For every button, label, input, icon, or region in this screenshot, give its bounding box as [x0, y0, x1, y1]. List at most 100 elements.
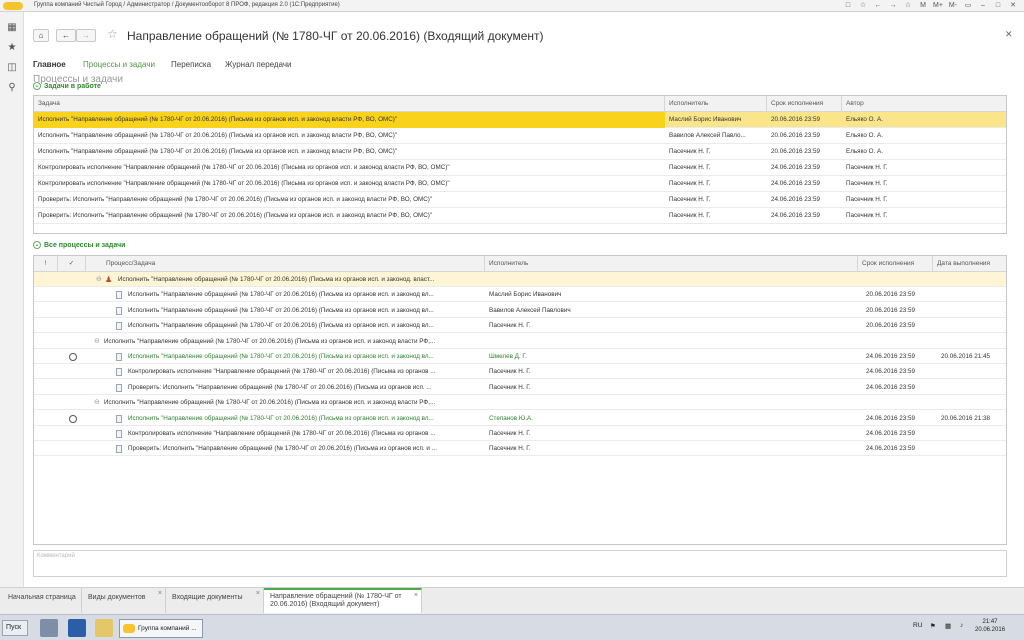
computer-icon[interactable] [40, 619, 58, 637]
column-header-process-task[interactable]: Процесс/Задача [86, 256, 485, 272]
cell-process-task: Проверить: Исполнить "Направление обраще… [128, 445, 437, 453]
table-row[interactable]: Исполнить "Направление обращений (№ 1780… [34, 287, 1006, 303]
cell-done-date: 20.06.2016 21:45 [941, 353, 991, 360]
memory-minus-icon[interactable]: M- [947, 1, 959, 11]
restore-icon[interactable]: ▭ [962, 1, 974, 11]
window-tab[interactable]: Направление обращений (№ 1780-ЧГ от 20.0… [264, 588, 422, 613]
close-tab-icon[interactable]: × [414, 592, 418, 600]
clock-date: 20.06.2016 [975, 627, 1006, 633]
tab-processes[interactable]: Процессы и задачи [83, 60, 155, 69]
all-processes-label: Все процессы и задачи [44, 241, 126, 249]
star-icon[interactable]: ☆ [902, 1, 914, 11]
column-header-done-date[interactable]: Дата выполнения [933, 256, 1006, 272]
column-header-due[interactable]: Срок исполнения [767, 96, 842, 112]
table-row[interactable]: Проверить: Исполнить "Направление обраще… [34, 441, 1006, 457]
cell-executor: Пасечник Н. Г. [489, 430, 531, 437]
table-row[interactable]: Исполнить "Направление обращений (№ 1780… [34, 318, 1006, 334]
minimize-icon[interactable]: – [977, 1, 989, 11]
tab-correspondence[interactable]: Переписка [171, 60, 211, 69]
task-document-icon [116, 291, 122, 300]
table-row[interactable]: Исполнить "Направление обращений (№ 1780… [34, 303, 1006, 319]
star-icon[interactable]: ★ [6, 42, 18, 54]
cell-due: 24.06.2016 23:59 [771, 180, 821, 187]
table-row[interactable]: Проверить: Исполнить "Направление обраще… [34, 192, 1006, 208]
window-tab[interactable]: Входящие документы × [166, 588, 264, 613]
folder-icon[interactable] [95, 619, 113, 637]
tree-collapse-icon[interactable]: ⊖ [96, 272, 102, 288]
forward-button[interactable]: → [76, 29, 96, 42]
favorite-icon[interactable]: ☆ [857, 1, 869, 11]
table-row[interactable]: ⊖ ♟ Исполнить "Направление обращений (№ 17… [34, 272, 1006, 288]
table-row[interactable]: Исполнить "Направление обращений (№ 1780… [34, 144, 1006, 160]
column-header-task[interactable]: Задача [34, 96, 665, 112]
table-row[interactable]: ⊖ Исполнить "Направление обращений (№ 178… [34, 395, 1006, 411]
cell-done-date [937, 395, 1006, 411]
favorite-star-icon[interactable]: ☆ [107, 27, 118, 41]
tray-network-icon[interactable]: ▦ [945, 622, 951, 630]
powershell-icon[interactable] [68, 619, 86, 637]
history-icon[interactable]: ◫ [6, 62, 18, 74]
tree-collapse-icon[interactable]: ⊖ [94, 395, 100, 411]
column-header-executor[interactable]: Исполнитель [665, 96, 767, 112]
cell-due: 20.06.2016 23:59 [771, 132, 821, 139]
close-tab-icon[interactable]: × [256, 590, 260, 597]
table-row[interactable]: Исполнить "Направление обращений (№ 1780… [34, 128, 1006, 144]
cell-process-task: Исполнить "Направление обращений (№ 1780… [128, 322, 434, 330]
cell-process-task: Исполнить "Направление обращений (№ 1780… [118, 276, 435, 283]
open-windows-bar: Начальная страница Виды документов × Входящ… [0, 587, 1024, 614]
forward-icon[interactable]: → [887, 1, 899, 11]
table-row[interactable]: Контролировать исполнение "Направление о… [34, 160, 1006, 176]
window-tab[interactable]: Начальная страница [2, 588, 82, 613]
chevron-down-icon: ⌄ [33, 241, 41, 249]
table-row[interactable]: Контролировать исполнение "Направление о… [34, 364, 1006, 380]
home-button[interactable]: ⌂ [33, 29, 49, 42]
window-tab[interactable]: Виды документов × [82, 588, 166, 613]
comment-field[interactable]: Комментарий [33, 550, 1007, 577]
table-row[interactable]: Исполнить "Направление обращений (№ 1780… [34, 349, 1006, 364]
tab-main[interactable]: Главное [33, 60, 66, 69]
taskbar-app-1c[interactable]: Группа компаний ... [119, 619, 203, 638]
clock-time: 21:47 [982, 619, 998, 625]
window-titlebar: Группа компаний Чистый Город / Администр… [0, 0, 1024, 12]
table-row[interactable]: Контролировать исполнение "Направление о… [34, 176, 1006, 192]
table-row[interactable]: ⊖ Исполнить "Направление обращений (№ 178… [34, 334, 1006, 350]
memory-icon[interactable]: M [917, 1, 929, 11]
memory-plus-icon[interactable]: M+ [932, 1, 944, 11]
apps-icon[interactable]: ▦ [6, 22, 18, 34]
tasks-in-work-group-toggle[interactable]: ⌄ Задачи в работе [33, 82, 101, 90]
cell-executor [485, 272, 858, 288]
column-header-status[interactable]: ✓ [58, 256, 86, 272]
tray-flag-icon[interactable]: ⚑ [930, 622, 936, 630]
column-header-author[interactable]: Автор [842, 96, 1006, 112]
back-icon[interactable]: ← [872, 1, 884, 11]
window-menu-icon[interactable]: □ [842, 1, 854, 11]
close-icon[interactable]: ✕ [1007, 1, 1019, 11]
table-row[interactable]: Исполнить "Направление обращений (№ 1780… [34, 112, 1006, 128]
cell-task: Исполнить "Направление обращений (№ 1780… [38, 148, 398, 155]
table-row[interactable]: Исполнить "Направление обращений (№ 1780… [34, 411, 1006, 426]
tab-transfer-log[interactable]: Журнал передачи [225, 60, 292, 69]
column-header-executor[interactable]: Исполнитель [485, 256, 858, 272]
window-tab-label: Виды документов [88, 594, 146, 601]
all-processes-group-toggle[interactable]: ⌄ Все процессы и задачи [33, 241, 125, 249]
table-row[interactable]: Проверить: Исполнить "Направление обраще… [34, 208, 1006, 224]
close-tab-icon[interactable]: × [158, 590, 162, 597]
tree-collapse-icon[interactable]: ⊖ [94, 334, 100, 350]
cell-executor: Маслий Борис Иванович [669, 116, 742, 123]
cell-done-date: 20.06.2016 21:38 [941, 414, 991, 422]
column-header-due[interactable]: Срок исполнения [858, 256, 933, 272]
tray-volume-icon[interactable]: ♪ [960, 622, 963, 629]
start-button[interactable]: Пуск [2, 620, 28, 636]
maximize-icon[interactable]: □ [992, 1, 1004, 11]
language-indicator[interactable]: RU [913, 622, 922, 629]
cell-process-task: Проверить: Исполнить "Направление обраще… [128, 383, 432, 391]
cell-done-date [937, 303, 1006, 319]
clock[interactable]: 21:47 20.06.2016 [975, 618, 1005, 634]
column-header-importance[interactable]: ! [34, 256, 58, 272]
table-row[interactable]: Контролировать исполнение "Направление о… [34, 426, 1006, 441]
back-button[interactable]: ← [56, 29, 76, 42]
search-icon[interactable]: ⚲ [6, 82, 18, 94]
close-form-button[interactable]: ✕ [1005, 29, 1013, 40]
cell-due [862, 272, 933, 288]
table-row[interactable]: Проверить: Исполнить "Направление обраще… [34, 380, 1006, 395]
